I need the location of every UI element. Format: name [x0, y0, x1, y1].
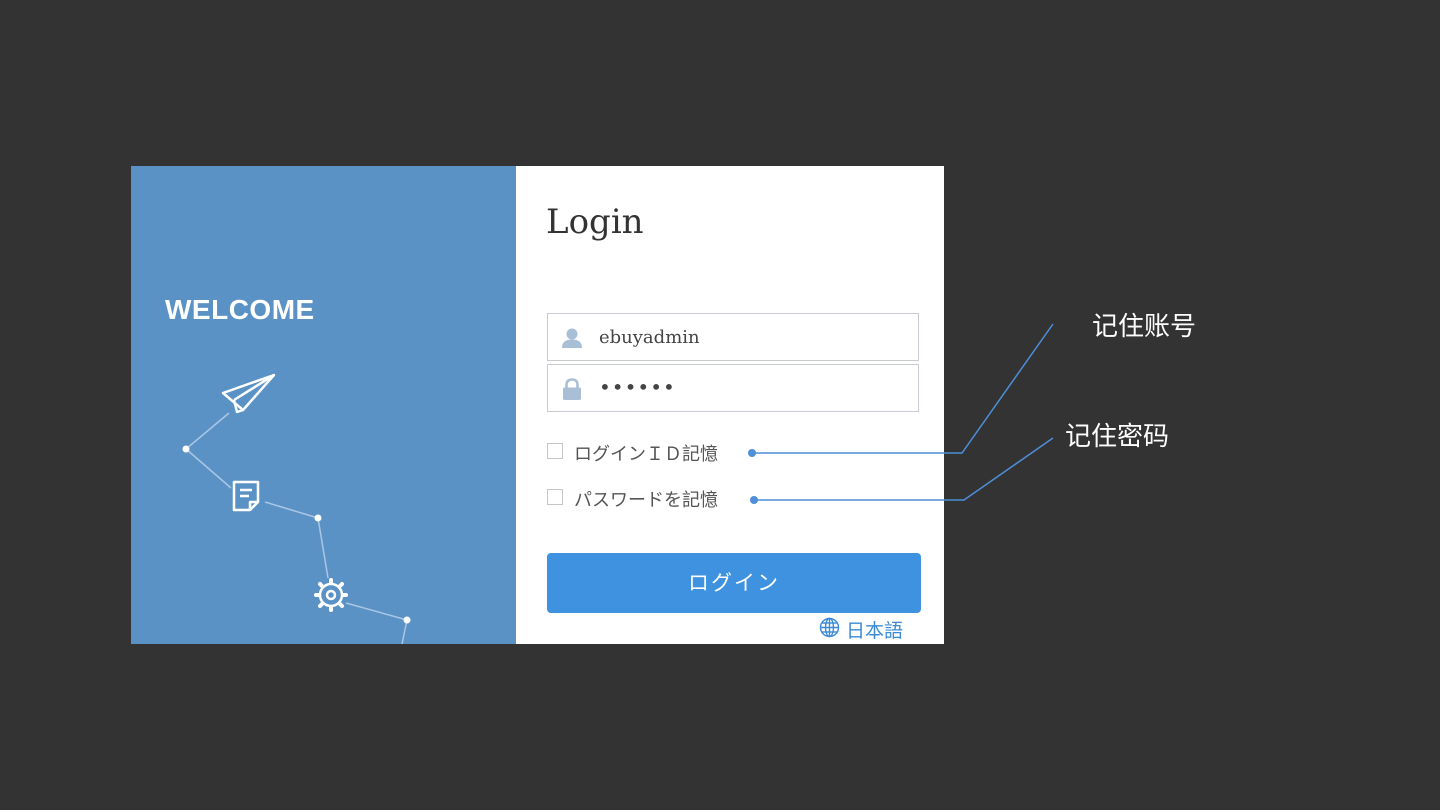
annotation-remember-password: 记住密码: [1065, 422, 1170, 452]
annotation-remember-account: 记住账号: [1092, 312, 1197, 342]
annotation-callouts: [748, 323, 1054, 504]
